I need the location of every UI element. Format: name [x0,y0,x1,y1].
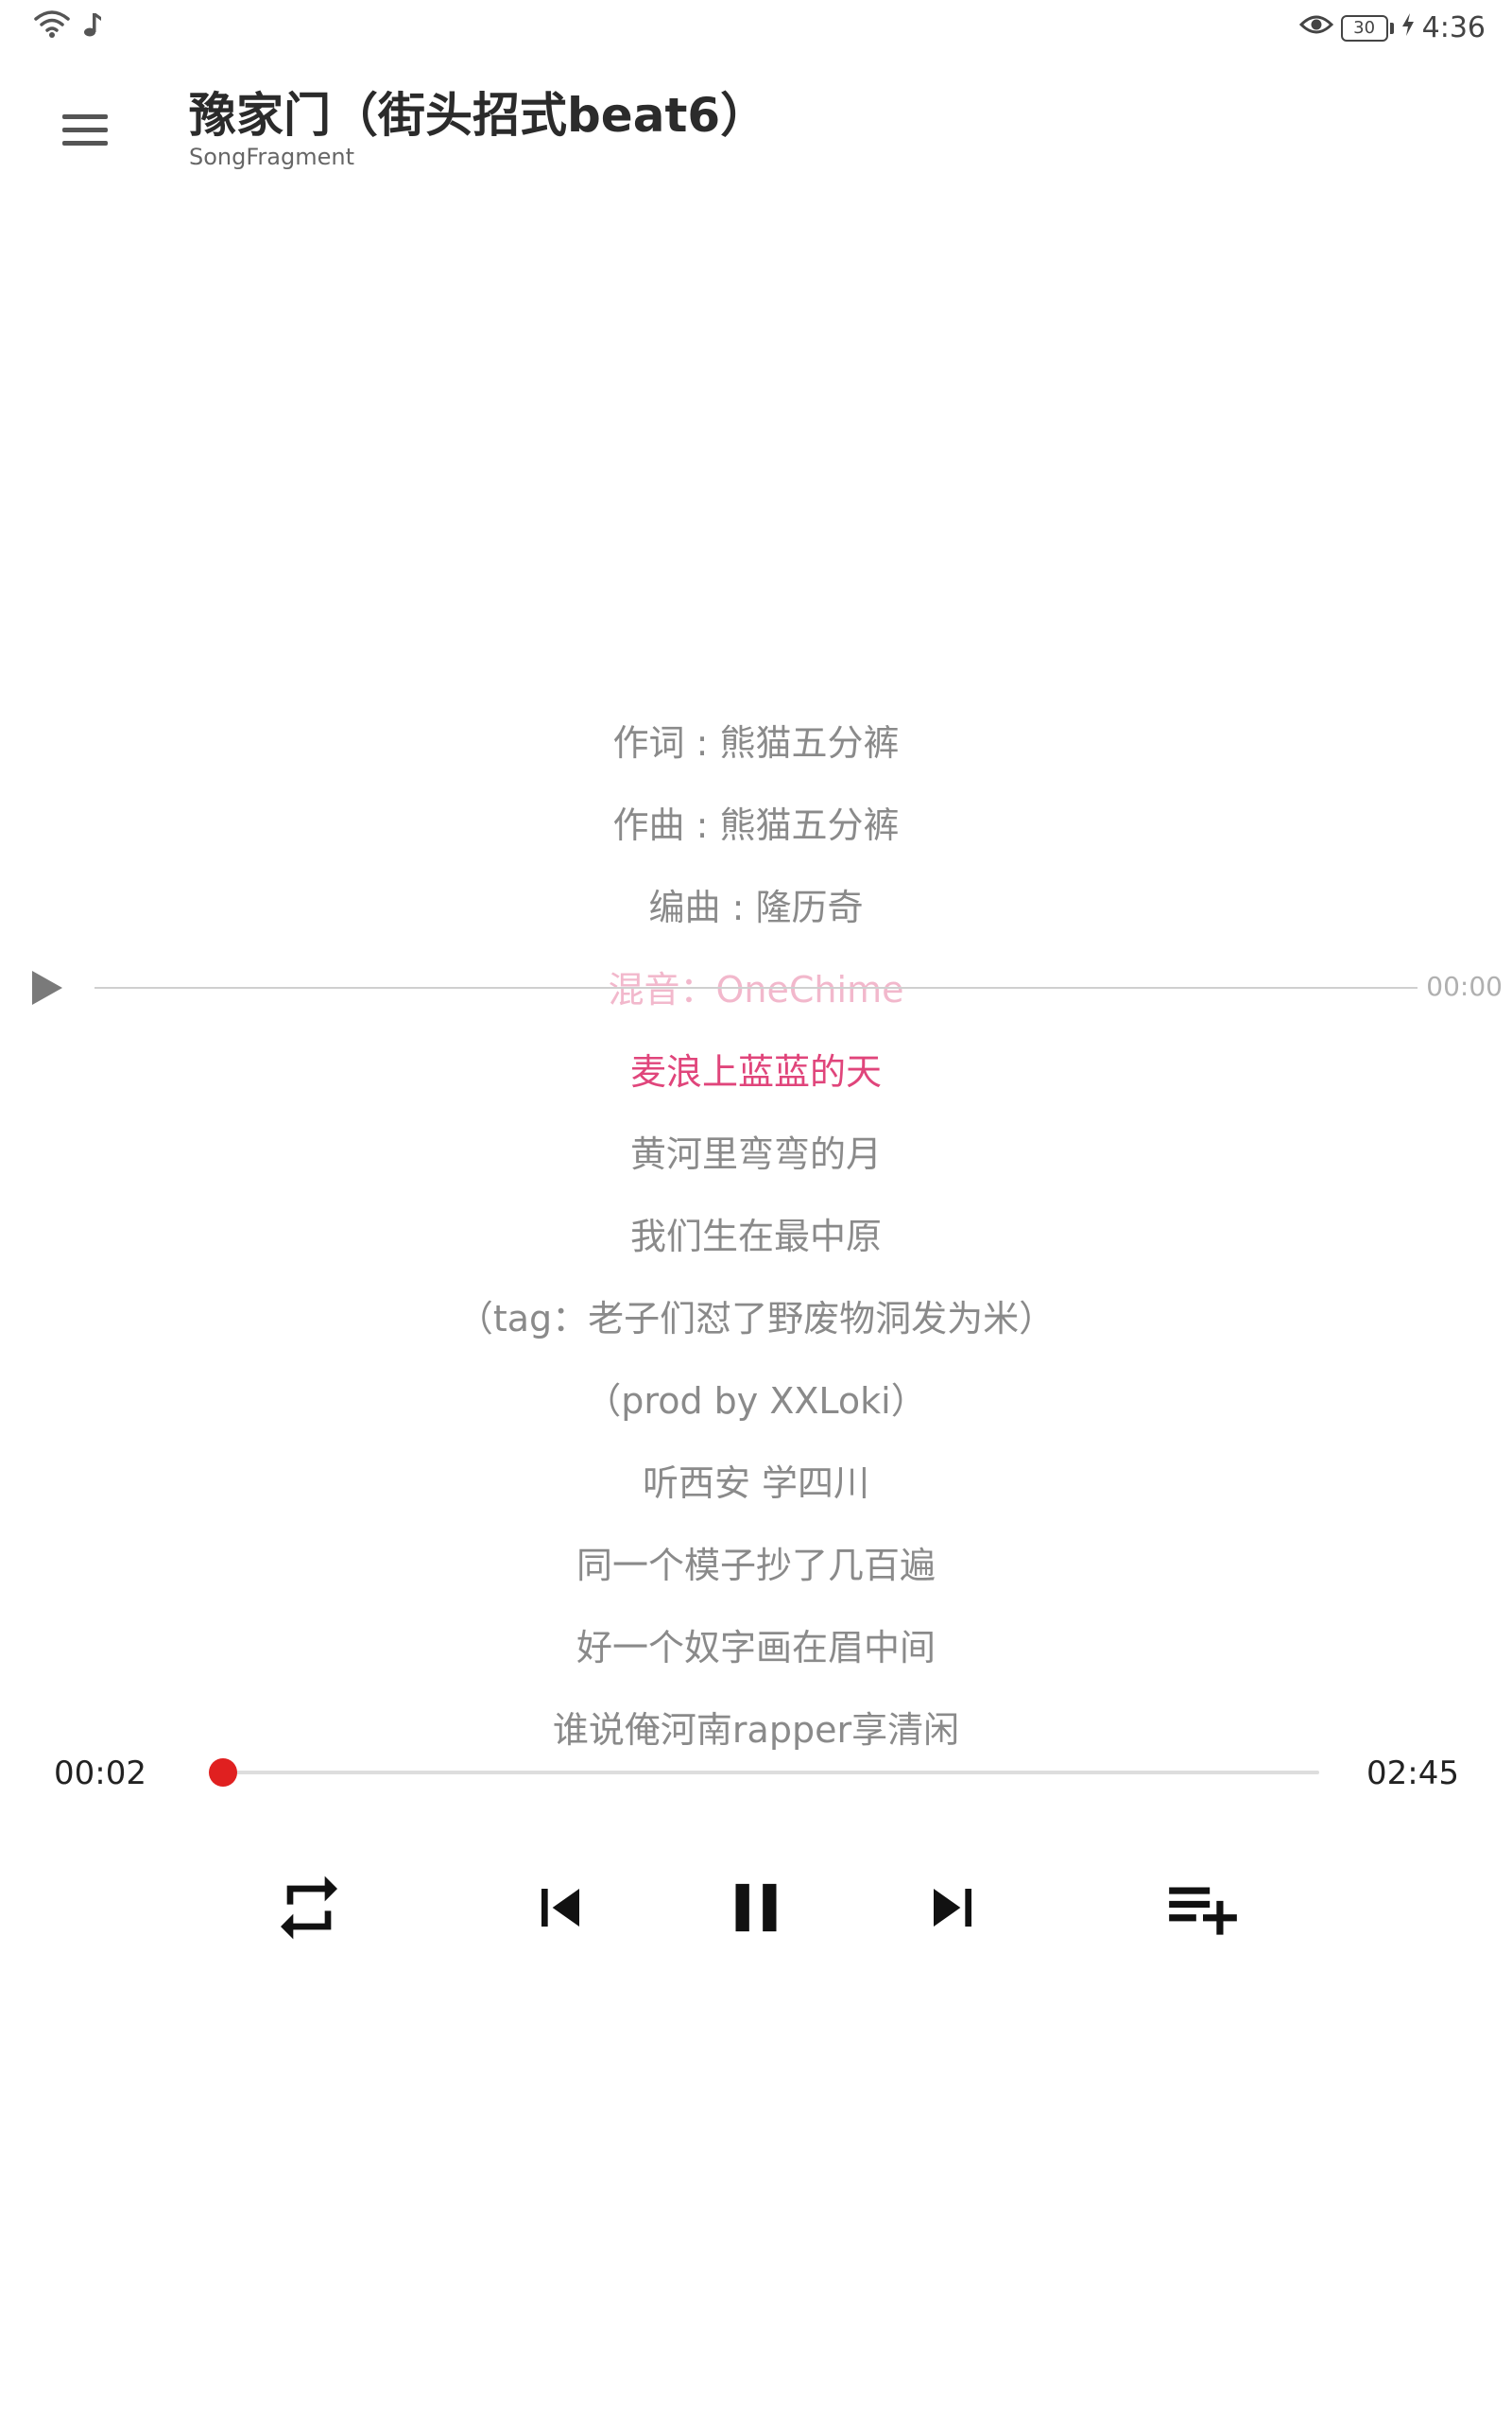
app-bar: 豫家门（街头招式beat6） SongFragment [0,66,1512,189]
lyric-line[interactable]: 作词 : 熊猫五分裤 [0,714,1512,796]
lyric-line-current[interactable]: 麦浪上蓝蓝的天 [0,1043,1512,1125]
lyric-line[interactable]: 黄河里弯弯的月 [0,1125,1512,1207]
seek-bar[interactable] [209,1758,1319,1787]
repeat-button[interactable] [262,1862,356,1957]
lyric-line[interactable]: 编曲 : 隆历奇 [0,878,1512,960]
lyric-seek-time: 00:00 [1426,971,1503,1002]
eye-icon [1298,11,1333,44]
lyric-line[interactable]: 我们生在最中原 [0,1207,1512,1289]
clock-time: 4:36 [1421,11,1486,44]
charging-bolt-icon [1401,11,1415,44]
wifi-icon [34,9,70,43]
lyrics-list[interactable]: 作词 : 熊猫五分裤 作曲 : 熊猫五分裤 编曲 : 隆历奇 混音：OneChime 麦… [0,714,1512,1783]
play-icon[interactable] [28,969,66,1007]
battery-level: 30 [1340,14,1388,42]
total-time: 02:45 [1366,1754,1459,1792]
pause-icon [715,1867,797,1952]
lyric-line[interactable]: 听西安 学四川 [0,1454,1512,1536]
seek-thumb[interactable] [209,1758,238,1787]
battery-icon: 30 [1340,14,1394,42]
lyric-line[interactable]: （tag：老子们怼了野废物洞发为米） [0,1289,1512,1372]
status-bar-right: 30 4:36 [1298,11,1486,44]
status-bar: 30 4:36 [0,0,1512,57]
current-time: 00:02 [54,1754,146,1792]
lyric-seek-line [94,987,1418,989]
lyric-line[interactable]: 作曲 : 熊猫五分裤 [0,796,1512,878]
previous-button[interactable] [513,1862,608,1957]
pause-button[interactable] [709,1862,803,1957]
menu-icon[interactable] [57,102,113,159]
page-subtitle: SongFragment [189,144,354,170]
lyric-line[interactable]: （prod by XXLoki） [0,1372,1512,1454]
playlist-add-icon [1162,1867,1244,1952]
status-bar-left [34,9,102,43]
lyric-line[interactable]: 同一个模子抄了几百遍 [0,1536,1512,1618]
skip-next-icon [915,1870,990,1949]
playlist-add-button[interactable] [1156,1862,1250,1957]
repeat-icon [271,1870,347,1949]
music-note-icon [81,9,102,43]
playback-controls [0,1862,1512,1957]
skip-previous-icon [523,1870,598,1949]
next-button[interactable] [905,1862,1000,1957]
lyric-line[interactable]: 混音：OneChime [0,960,1512,1043]
lyric-line[interactable]: 好一个奴字画在眉中间 [0,1618,1512,1701]
page-title: 豫家门（街头招式beat6） [189,88,768,143]
